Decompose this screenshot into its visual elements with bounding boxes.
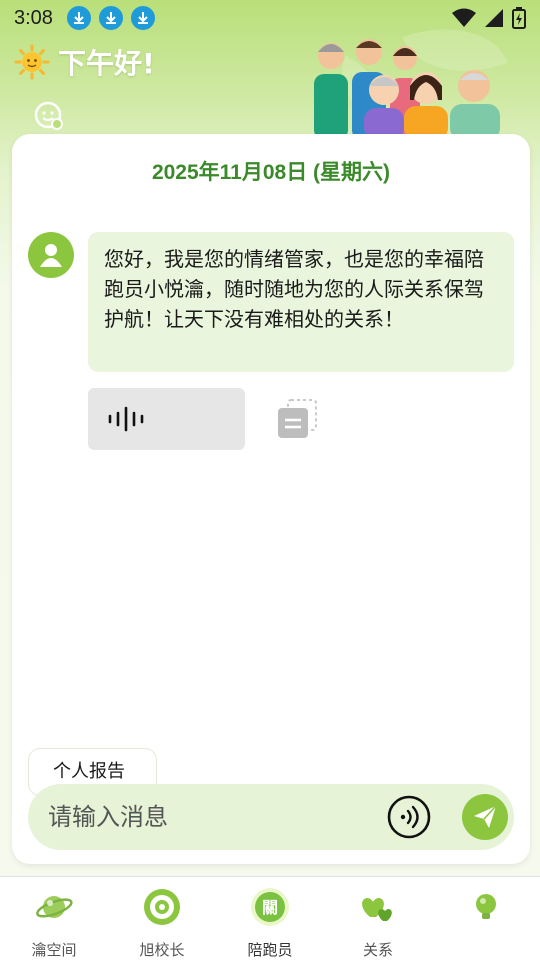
download-icon	[98, 6, 123, 30]
tab-principal[interactable]: 旭校长	[108, 877, 216, 960]
tab-space[interactable]: 瀹空间	[0, 877, 108, 960]
message-composer	[28, 784, 514, 850]
lightbulb-icon	[476, 894, 496, 919]
message-input[interactable]	[48, 792, 348, 842]
planet-icon	[36, 896, 73, 918]
voice-mode-icon[interactable]	[386, 794, 432, 840]
download-icon	[66, 6, 91, 30]
chat-card: 2025年11月08日 (星期六) 您好，我是您的情绪管家，也是您的幸福陪跑员小…	[12, 134, 530, 864]
target-icon	[144, 889, 180, 925]
tab-label: 关系	[362, 941, 393, 959]
bottom-tab-bar: 瀹空间 旭校长 關 陪跑员 关系	[0, 876, 540, 960]
copy-icon[interactable]	[274, 396, 320, 442]
sun-icon	[14, 44, 50, 80]
battery-charging-icon	[512, 7, 526, 29]
play-voice-button[interactable]	[88, 388, 245, 450]
wifi-icon	[452, 8, 476, 27]
greeting: 下午好!	[14, 42, 155, 82]
tab-relations[interactable]: 关系	[324, 877, 432, 960]
send-icon	[474, 805, 497, 828]
emotion-face-icon[interactable]	[34, 101, 64, 131]
tab-ideas[interactable]	[432, 877, 540, 960]
guan-badge-icon: 關	[251, 888, 289, 926]
greeting-text: 下午好!	[58, 47, 155, 80]
chat-date: 2025年11月08日 (星期六)	[151, 161, 391, 184]
waveform-icon	[108, 406, 144, 432]
svg-text:關: 關	[262, 898, 278, 917]
tab-companion[interactable]: 關 陪跑员	[216, 877, 324, 960]
send-button[interactable]	[462, 794, 508, 840]
tab-label: 瀹空间	[31, 941, 77, 959]
family-illustration	[314, 39, 500, 140]
user-avatar-icon	[28, 232, 74, 278]
download-icon	[130, 6, 155, 30]
tab-label: 陪跑员	[247, 941, 293, 959]
hearts-icon	[362, 898, 392, 921]
tab-label: 旭校长	[139, 941, 185, 959]
assistant-message-bubble: 您好，我是您的情绪管家，也是您的幸福陪跑员小悦瀹，随时随地为您的人际关系保驾护航…	[88, 232, 514, 372]
signal-icon	[485, 9, 503, 27]
status-time: 3:08	[14, 6, 53, 29]
